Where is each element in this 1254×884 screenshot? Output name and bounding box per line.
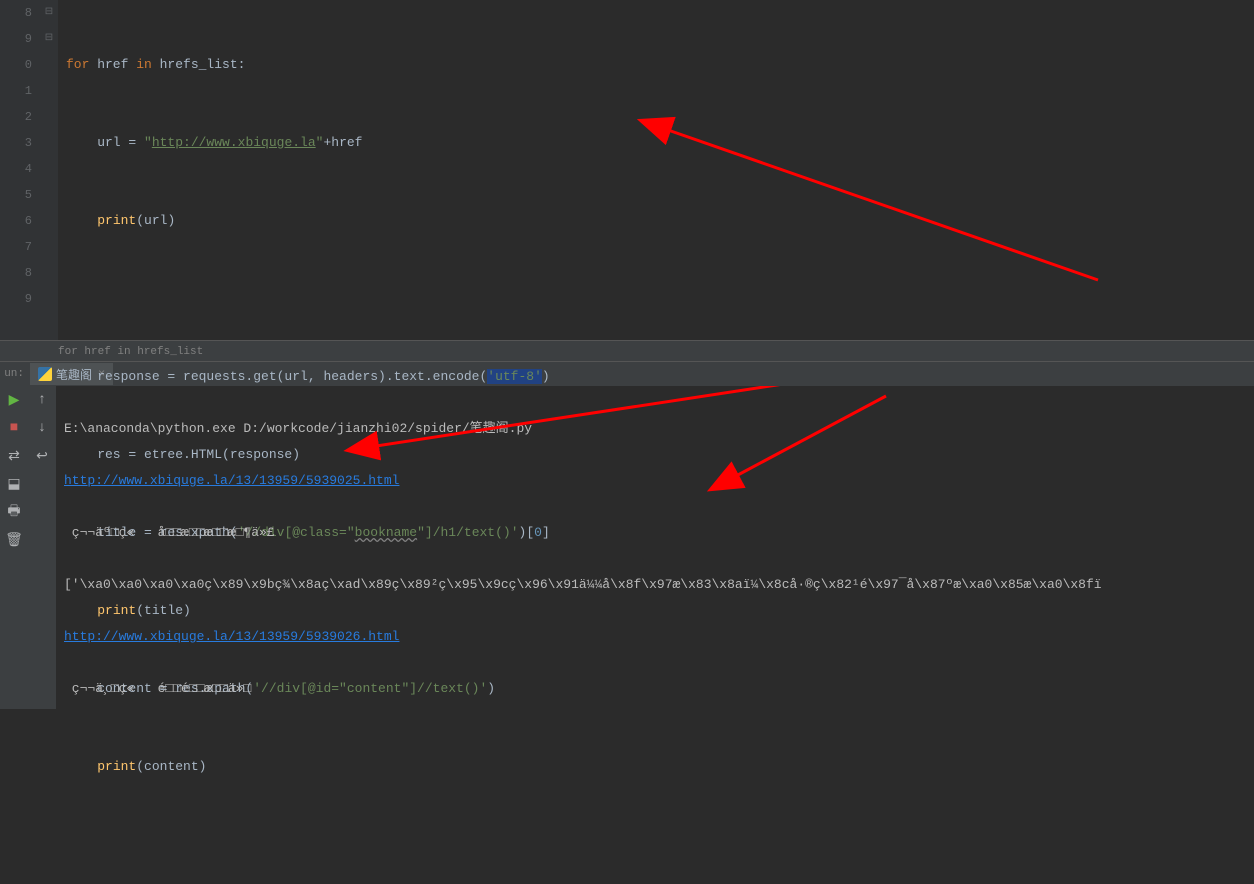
python-icon — [38, 367, 52, 381]
line-number: 2 — [0, 104, 32, 130]
string-quote: " — [144, 135, 152, 150]
rerun-button[interactable]: ▶ — [4, 390, 24, 410]
code-text — [66, 213, 97, 228]
line-number: 5 — [0, 182, 32, 208]
down-button[interactable]: ↓ — [32, 418, 52, 438]
up-button[interactable]: ↑ — [32, 390, 52, 410]
layout-button[interactable]: ⇄ — [4, 446, 24, 466]
code-text: +href — [323, 135, 362, 150]
fold-gutter: ⊟ ⊟ — [40, 0, 58, 340]
console-line: E:\anaconda\python.exe D:/workcode/jianz… — [64, 416, 1246, 442]
code-content[interactable]: for href in hrefs_list: url = "http://ww… — [58, 0, 1254, 340]
wrap-button[interactable]: ↩ — [32, 446, 52, 466]
code-text: url = — [66, 135, 144, 150]
code-text — [66, 759, 97, 774]
console-line: ç¬¬ä¸□ç« é□□é□□æ□□ä»□ — [64, 676, 1246, 702]
print-button[interactable]: 🖶 — [4, 502, 24, 522]
code-text: (content) — [136, 759, 206, 774]
keyword-for: for — [66, 57, 89, 72]
code-editor: 8 9 0 1 2 3 4 5 6 7 8 9 ⊟ ⊟ for href in … — [0, 0, 1254, 340]
trash-button[interactable]: 🗑 — [4, 530, 24, 550]
console-output[interactable]: E:\anaconda\python.exe D:/workcode/jianz… — [56, 386, 1254, 709]
console-line: ç¬¬äº□ç« å□□æ□□æ□□æ□¶ä»£ — [64, 520, 1246, 546]
fold-icon[interactable]: ⊟ — [40, 26, 58, 52]
fold-icon[interactable]: ⊟ — [40, 0, 58, 26]
line-number: 8 — [0, 260, 32, 286]
code-text: ) — [542, 369, 550, 384]
line-number: 1 — [0, 78, 32, 104]
line-number: 7 — [0, 234, 32, 260]
console-line: ['\xa0\xa0\xa0\xa0ç\x89\x9bç¾\x8aç\xad\x… — [64, 572, 1246, 598]
code-text: hrefs_list: — [152, 57, 246, 72]
console-panel: ▶ ■ ⇄ ⬓ 🖶 🗑 ↑ ↓ ↩ E:\anaconda\python.exe… — [0, 386, 1254, 709]
keyword-in: in — [136, 57, 152, 72]
url-string: http://www.xbiquge.la — [152, 135, 316, 150]
line-number: 9 — [0, 286, 32, 312]
run-controls: ▶ ■ ⇄ ⬓ 🖶 🗑 — [0, 386, 28, 709]
output-link[interactable]: http://www.xbiquge.la/13/13959/5939026.h… — [64, 629, 399, 644]
code-text: href — [89, 57, 136, 72]
line-number: 4 — [0, 156, 32, 182]
line-gutter: 8 9 0 1 2 3 4 5 6 7 8 9 — [0, 0, 40, 340]
line-number: 0 — [0, 52, 32, 78]
run-label: un: — [0, 368, 30, 380]
stop-button[interactable]: ■ — [4, 418, 24, 438]
output-link[interactable]: http://www.xbiquge.la/13/13959/5939025.h… — [64, 473, 399, 488]
navigation-controls: ↑ ↓ ↩ — [28, 386, 56, 709]
code-text: (url) — [136, 213, 175, 228]
line-number: 8 — [0, 0, 32, 26]
line-number: 6 — [0, 208, 32, 234]
string-literal: 'utf-8' — [487, 369, 542, 384]
line-number: 9 — [0, 26, 32, 52]
function-call: print — [97, 759, 136, 774]
code-text: response = requests.get(url, headers).te… — [66, 369, 487, 384]
function-call: print — [97, 213, 136, 228]
line-number: 3 — [0, 130, 32, 156]
scroll-button[interactable]: ⬓ — [4, 474, 24, 494]
